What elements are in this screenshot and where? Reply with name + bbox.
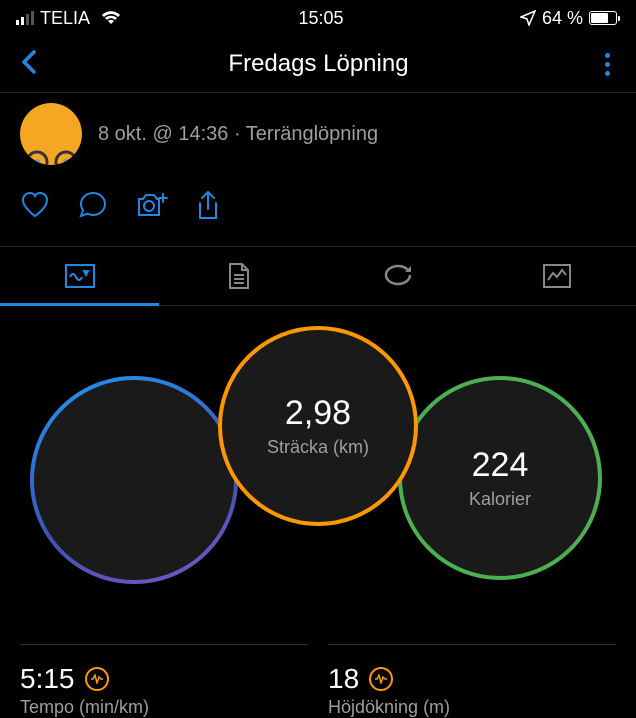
tab-bar [0, 246, 636, 306]
chart-icon [542, 263, 572, 289]
status-left: TELIA [16, 8, 122, 29]
stat-pace[interactable]: 5:15 Tempo (min/km) [20, 644, 308, 718]
share-button[interactable] [196, 191, 220, 226]
metric-distance[interactable]: 2,98 Sträcka (km) [218, 326, 418, 526]
signal-icon [16, 11, 34, 25]
nav-bar: Fredags Löpning [0, 36, 636, 92]
tab-laps[interactable] [318, 247, 477, 305]
action-row [0, 175, 636, 246]
battery-percent: 64 % [542, 8, 583, 29]
stat-pace-value: 5:15 [20, 663, 75, 695]
location-icon [520, 10, 536, 26]
carrier-label: TELIA [40, 8, 90, 29]
metric-calories[interactable]: 224 Kalorier [398, 376, 602, 580]
wifi-icon [100, 10, 122, 26]
battery-icon [589, 11, 620, 25]
stat-elevation-value: 18 [328, 663, 359, 695]
avatar[interactable] [20, 103, 82, 165]
laps-icon [382, 264, 414, 288]
document-icon [227, 261, 251, 291]
pulse-icon [85, 667, 109, 691]
metrics-area: 15:39 Tid 2,98 Sträcka (km) 224 Kalorier [0, 326, 636, 636]
stat-elevation-label: Höjdökning (m) [328, 697, 616, 718]
metric-time[interactable]: 15:39 Tid [30, 376, 238, 584]
comment-button[interactable] [78, 191, 108, 226]
page-title: Fredags Löpning [38, 50, 599, 78]
back-button[interactable] [20, 48, 38, 81]
overview-icon [64, 263, 96, 289]
stats-row: 5:15 Tempo (min/km) 18 Höjdökning (m) [0, 644, 636, 718]
tab-underline [0, 303, 159, 306]
activity-header: 8 okt. @ 14:36 · Terränglöpning [0, 93, 636, 175]
status-time: 15:05 [298, 8, 343, 29]
pulse-icon [369, 667, 393, 691]
stat-elevation[interactable]: 18 Höjdökning (m) [328, 644, 616, 718]
status-right: 64 % [520, 8, 620, 29]
stat-pace-label: Tempo (min/km) [20, 697, 308, 718]
camera-button[interactable] [136, 191, 168, 226]
status-bar: TELIA 15:05 64 % [0, 0, 636, 36]
more-button[interactable] [599, 53, 616, 76]
bike-icon [24, 140, 79, 165]
tab-charts[interactable] [477, 247, 636, 305]
like-button[interactable] [20, 191, 50, 226]
tab-overview[interactable] [0, 247, 159, 305]
activity-meta: 8 okt. @ 14:36 · Terränglöpning [98, 123, 378, 146]
tab-details[interactable] [159, 247, 318, 305]
